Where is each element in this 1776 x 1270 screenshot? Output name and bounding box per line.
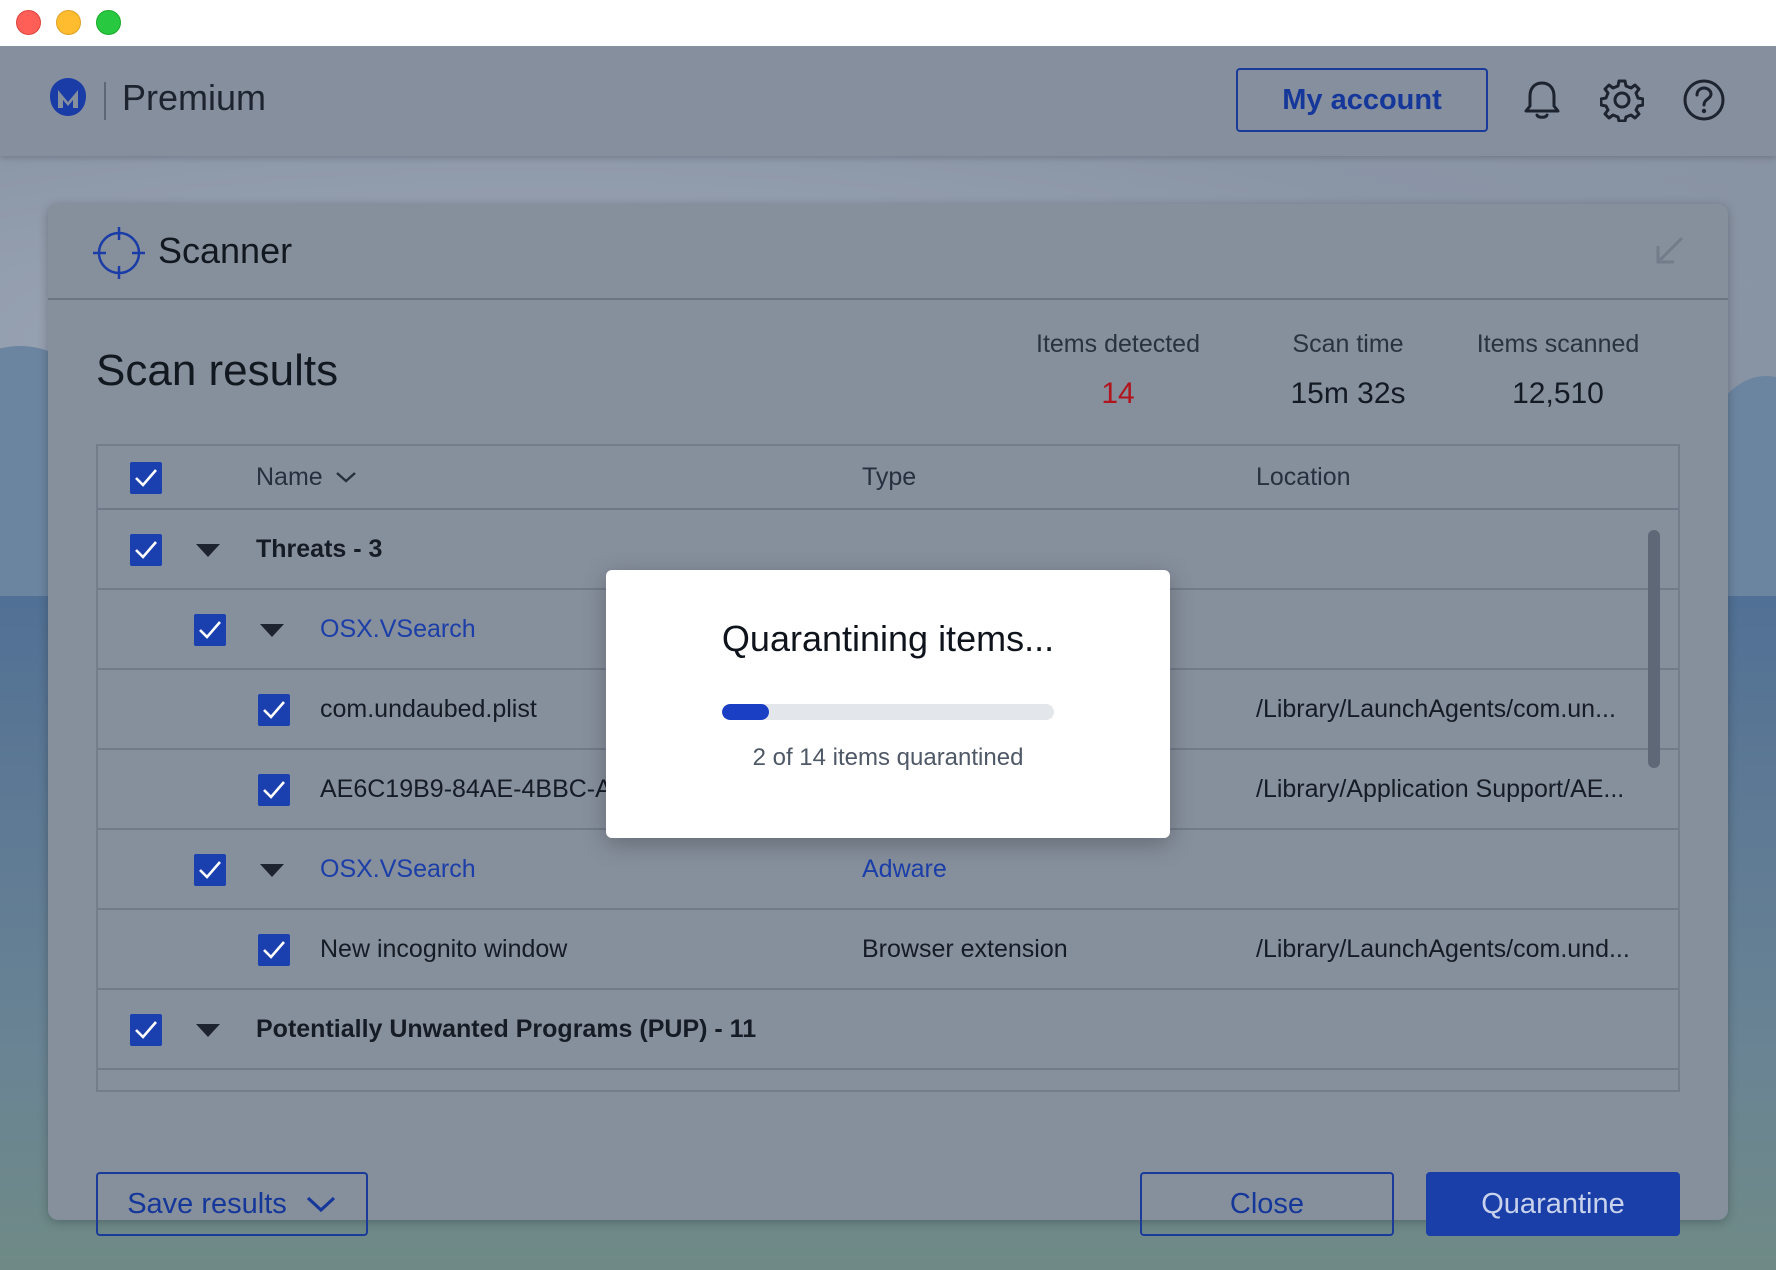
crosshair-icon: [93, 227, 145, 279]
dialog-status: 2 of 14 items quarantined: [752, 744, 1024, 771]
row-name: AE6C19B9-84AE-4BBC-A...: [320, 774, 633, 803]
row-name: com.undaubed.plist: [320, 694, 537, 723]
row-type[interactable]: Adware: [862, 830, 947, 908]
row-name[interactable]: OSX.VSearch: [320, 590, 476, 668]
table-row[interactable]: New incognito window Browser extension /…: [98, 910, 1678, 990]
row-checkbox[interactable]: [130, 1014, 162, 1046]
row-checkbox[interactable]: [258, 774, 290, 806]
row-type: Browser extension: [862, 934, 1068, 963]
quarantine-button[interactable]: Quarantine: [1426, 1172, 1680, 1236]
stat-scan-time: Scan time 15m 32s: [1290, 330, 1406, 410]
row-name: New incognito window: [320, 934, 568, 963]
expand-caret-icon[interactable]: [196, 544, 220, 557]
type-column-header: Type: [862, 462, 917, 491]
app-window: Premium My account Scanner Scan results …: [0, 46, 1776, 1270]
select-all-checkbox[interactable]: [130, 462, 162, 494]
help-icon[interactable]: [1682, 78, 1726, 122]
row-checkbox[interactable]: [194, 854, 226, 886]
stat-items-detected: Items detected 14: [1036, 330, 1200, 410]
row-location: /Library/LaunchAgents/com.un...: [1256, 694, 1616, 723]
table-row[interactable]: OSX.VSearch Adware: [98, 830, 1678, 910]
name-column-header[interactable]: Name: [256, 446, 357, 508]
minimize-window-button[interactable]: [56, 10, 81, 35]
row-location: /Library/Application Support/AE...: [1256, 774, 1625, 803]
my-account-button[interactable]: My account: [1236, 68, 1488, 132]
scan-results-title: Scan results: [96, 346, 339, 395]
scanner-header: Scanner: [48, 204, 1728, 300]
row-checkbox[interactable]: [258, 934, 290, 966]
dialog-title: Quarantining items...: [721, 618, 1055, 659]
row-checkbox[interactable]: [194, 614, 226, 646]
progress-fill: [722, 704, 770, 720]
bell-icon[interactable]: [1520, 78, 1564, 122]
row-name: Threats - 3: [256, 534, 383, 563]
row-name: Potentially Unwanted Programs (PUP) - 11: [256, 1014, 757, 1043]
quarantine-progress-dialog: Quarantining items... 2 of 14 items quar…: [606, 570, 1170, 838]
row-location: /Library/LaunchAgents/com.und...: [1256, 934, 1630, 963]
chevron-down-icon: [306, 1196, 335, 1213]
gear-icon[interactable]: [1600, 78, 1644, 122]
window-titlebar: [0, 0, 1776, 46]
save-results-button[interactable]: Save results: [96, 1172, 368, 1236]
brand-label: Premium: [122, 77, 267, 118]
close-window-button[interactable]: [16, 10, 41, 35]
expand-caret-icon[interactable]: [196, 1024, 220, 1037]
logo-separator: [104, 82, 106, 120]
row-name[interactable]: OSX.VSearch: [320, 830, 476, 908]
collapse-arrow-icon[interactable]: [1652, 234, 1686, 268]
quarantine-progress-bar: [722, 704, 1054, 720]
expand-caret-icon[interactable]: [260, 624, 284, 637]
row-checkbox[interactable]: [130, 534, 162, 566]
close-button[interactable]: Close: [1140, 1172, 1394, 1236]
expand-caret-icon[interactable]: [260, 864, 284, 877]
table-scrollbar[interactable]: [1648, 530, 1660, 768]
location-column-header: Location: [1256, 462, 1351, 491]
stat-items-scanned: Items scanned 12,510: [1476, 330, 1640, 410]
chevron-down-icon: [335, 472, 356, 483]
table-row[interactable]: Potentially Unwanted Programs (PUP) - 11: [98, 990, 1678, 1070]
zoom-window-button[interactable]: [96, 10, 121, 35]
malwarebytes-logo-icon: [50, 78, 86, 116]
table-header: Name Type Location: [98, 446, 1678, 510]
scanner-title: Scanner: [158, 230, 293, 271]
app-header: Premium My account: [0, 46, 1776, 156]
row-checkbox[interactable]: [258, 694, 290, 726]
